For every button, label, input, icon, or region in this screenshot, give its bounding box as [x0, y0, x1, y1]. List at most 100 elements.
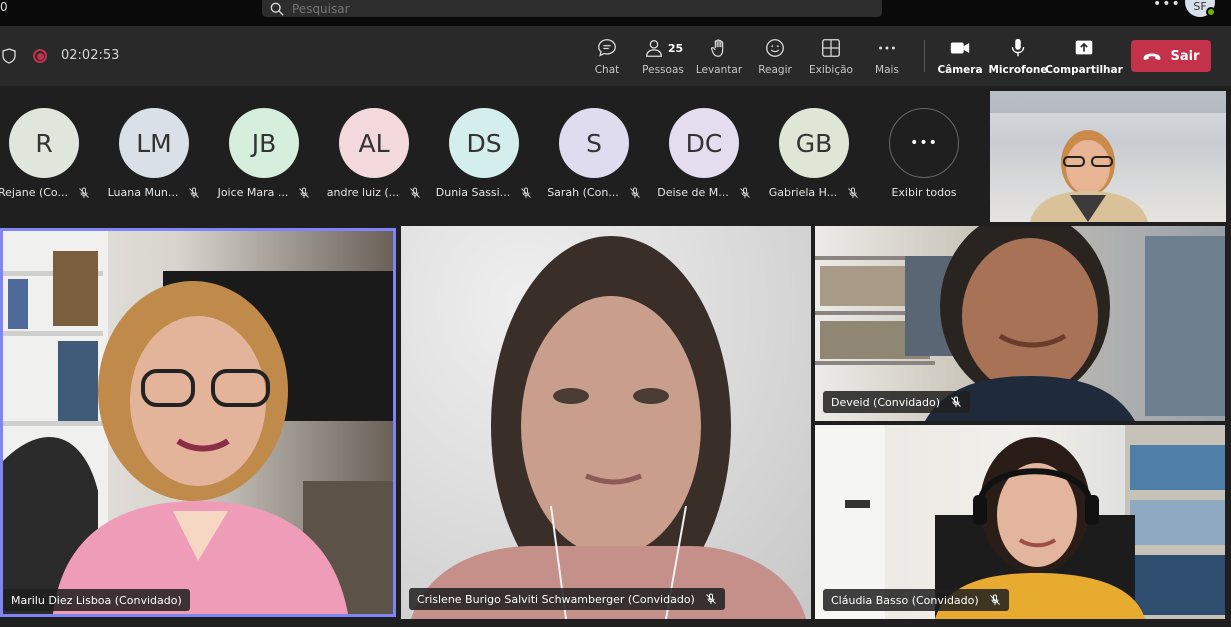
user-avatar[interactable]: SF: [1185, 0, 1216, 17]
participant-name-tag: Marilu Diez Lisboa (Convidado): [3, 589, 190, 611]
microphone-icon: [1011, 38, 1025, 57]
more-label: Mais: [875, 64, 899, 76]
participant-video: [3, 231, 393, 614]
participant-name: Crislene Burigo Salviti Schwamberger (Co…: [417, 592, 695, 606]
search-input[interactable]: [292, 1, 692, 16]
microphone-button[interactable]: Microfone: [988, 36, 1048, 76]
participant-chip[interactable]: AL andre luiz (...: [319, 108, 429, 199]
participant-chip[interactable]: GB Gabriela H...: [759, 108, 869, 199]
online-status-badge: [1206, 7, 1216, 17]
self-view-video[interactable]: [990, 91, 1226, 222]
mic-muted-icon: [989, 594, 1000, 605]
participant-name: Deveid (Convidado): [831, 395, 941, 409]
participant-name: Rejane (Co...: [0, 186, 68, 199]
mic-muted-icon: [79, 187, 89, 198]
participant-name: Cláudia Basso (Convidado): [831, 593, 979, 607]
share-button[interactable]: Compartilhar: [1045, 36, 1123, 76]
participant-chip[interactable]: JB Joice Mara ...: [209, 108, 319, 199]
more-icon: [879, 46, 895, 50]
recording-icon: [33, 49, 47, 63]
shield-icon[interactable]: [2, 48, 16, 64]
share-icon: [1075, 40, 1093, 55]
raise-hand-icon: [710, 39, 724, 57]
mic-muted-icon: [299, 187, 310, 198]
participant-avatar: AL: [339, 108, 409, 178]
leave-button[interactable]: Sair: [1131, 40, 1211, 72]
mic-muted-icon: [848, 187, 859, 198]
search-box[interactable]: [262, 0, 882, 17]
mic-muted-icon: [521, 187, 532, 198]
camera-icon: [950, 42, 970, 54]
participant-chip[interactable]: LM Luana Mun...: [99, 108, 209, 199]
app-glyph: 0: [0, 0, 8, 14]
participant-name: Joice Mara ...: [217, 186, 289, 199]
more-options-icon[interactable]: •••: [1153, 0, 1181, 12]
more-button[interactable]: Mais: [857, 36, 917, 76]
chat-label: Chat: [594, 64, 620, 76]
ellipsis-glyph: •••: [910, 135, 938, 151]
participant-avatar: DC: [669, 108, 739, 178]
participant-name: Marilu Diez Lisboa (Convidado): [11, 593, 182, 607]
people-label: Pessoas: [642, 64, 684, 76]
react-label: Reagir: [758, 64, 792, 76]
more-participants-icon: •••: [889, 108, 959, 178]
raise-hand-label: Levantar: [695, 64, 743, 76]
participant-name-tag: Cláudia Basso (Convidado): [823, 589, 1009, 611]
participant-name: Luana Mun...: [107, 186, 179, 199]
participant-chip[interactable]: DC Deise de M...: [649, 108, 759, 199]
show-all-button[interactable]: ••• Exibir todos: [869, 108, 979, 199]
react-icon: [766, 39, 784, 57]
participant-chip[interactable]: R Rejane (Co...: [0, 108, 99, 199]
self-view-person: [990, 91, 1226, 222]
share-label: Compartilhar: [1045, 64, 1123, 76]
participant-name: andre luiz (...: [326, 186, 400, 199]
view-icon: [822, 39, 840, 57]
microphone-label: Microfone: [988, 64, 1048, 76]
mic-muted-icon: [951, 396, 961, 407]
participant-avatar: GB: [779, 108, 849, 178]
avatar-initials: DS: [466, 128, 502, 158]
user-initials: SF: [1193, 0, 1207, 13]
participant-avatar: R: [9, 108, 79, 178]
camera-button[interactable]: Câmera: [930, 36, 990, 76]
participant-video: [401, 226, 811, 619]
video-tile[interactable]: Cláudia Basso (Convidado): [815, 425, 1225, 619]
participant-name: Sarah (Con...: [547, 186, 619, 199]
participant-avatar: DS: [449, 108, 519, 178]
participant-chip[interactable]: S Sarah (Con...: [539, 108, 649, 199]
people-count: 25: [667, 41, 684, 55]
mic-muted-icon: [629, 187, 640, 198]
meeting-toolbar: 02:02:53 Chat 25 Pessoas Levantar Reagir…: [0, 26, 1231, 86]
avatar-initials: DC: [685, 128, 723, 158]
mic-muted-icon: [410, 187, 421, 198]
participant-name: Deise de M...: [657, 186, 729, 199]
toolbar-divider: [924, 40, 925, 72]
avatar-initials: GB: [795, 128, 833, 158]
react-button[interactable]: Reagir: [745, 36, 805, 76]
participant-chip[interactable]: DS Dunia Sassi...: [429, 108, 539, 199]
show-all-label: Exibir todos: [891, 186, 957, 199]
participant-avatar: S: [559, 108, 629, 178]
video-tile-active-speaker[interactable]: Marilu Diez Lisboa (Convidado): [0, 228, 396, 617]
meeting-timer: 02:02:53: [61, 48, 120, 63]
raise-hand-button[interactable]: Levantar: [689, 36, 749, 76]
avatar-initials: JB: [251, 128, 277, 158]
video-tile[interactable]: Crislene Burigo Salviti Schwamberger (Co…: [401, 226, 811, 619]
participant-name-tag: Crislene Burigo Salviti Schwamberger (Co…: [409, 588, 725, 610]
avatar-initials: R: [35, 128, 53, 158]
chat-icon: [598, 39, 616, 57]
people-button[interactable]: 25 Pessoas: [633, 36, 693, 76]
mic-muted-icon: [739, 187, 750, 198]
avatar-initials: LM: [136, 128, 172, 158]
view-label: Exibição: [809, 64, 853, 76]
mic-muted-icon: [705, 593, 716, 604]
participant-avatar: JB: [229, 108, 299, 178]
participant-name-tag: Deveid (Convidado): [823, 391, 971, 413]
hang-up-icon: [1144, 53, 1161, 60]
video-tile[interactable]: Deveid (Convidado): [815, 226, 1225, 421]
participant-name: Gabriela H...: [768, 186, 838, 199]
chat-button[interactable]: Chat: [577, 36, 637, 76]
avatar-initials: AL: [358, 128, 390, 158]
view-button[interactable]: Exibição: [801, 36, 861, 76]
participant-strip: R Rejane (Co... LM Luana Mun... JB Joice…: [0, 86, 990, 222]
